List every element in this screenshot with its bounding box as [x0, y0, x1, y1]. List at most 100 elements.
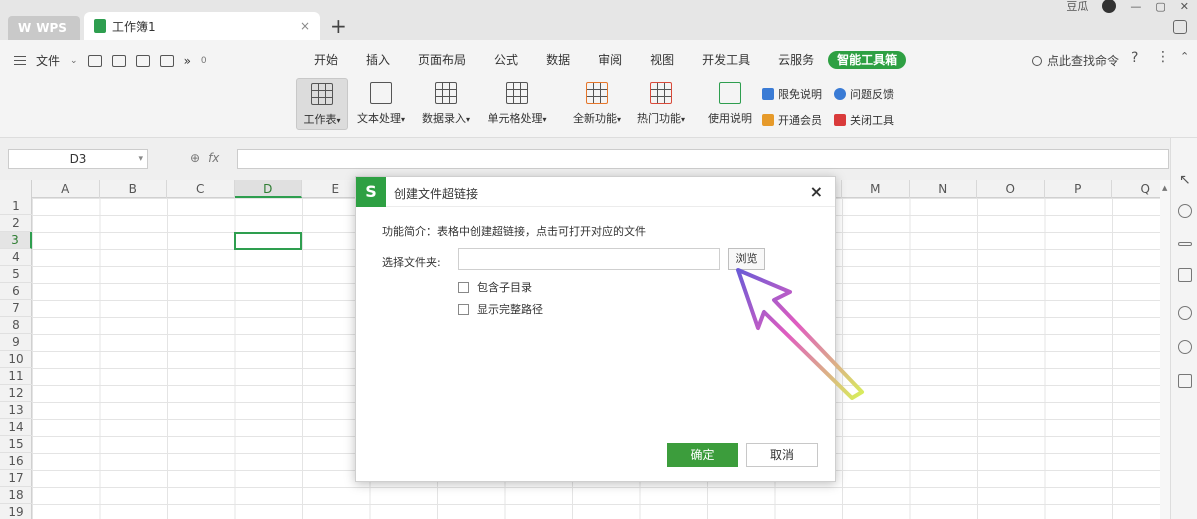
tab-data[interactable]: 数据 — [532, 51, 584, 69]
title-bar: W WPS 工作簿1 × + 豆瓜 — ▢ ✕ — [0, 0, 1197, 40]
show-fullpath-checkbox[interactable]: 显示完整路径 — [458, 301, 543, 317]
row-header[interactable]: 5 — [0, 266, 32, 283]
vertical-scrollbar[interactable]: ▲ — [1160, 180, 1170, 519]
row-header[interactable]: 2 — [0, 215, 32, 232]
open-folder-icon[interactable] — [87, 54, 102, 67]
file-menu[interactable]: 文件 — [36, 52, 60, 69]
checkbox-icon[interactable] — [458, 303, 469, 315]
tab-start[interactable]: 开始 — [300, 51, 352, 69]
column-header[interactable]: P — [1045, 180, 1112, 198]
maximize-icon[interactable]: ▢ — [1155, 0, 1165, 13]
row-header[interactable]: 12 — [0, 385, 32, 402]
tab-page-layout[interactable]: 页面布局 — [404, 51, 480, 69]
more-tools-button[interactable]: » — [184, 54, 191, 68]
feedback-link[interactable]: 问题反馈 — [834, 86, 894, 102]
open-member-link[interactable]: 开通会员 — [762, 112, 822, 128]
hot-features-button[interactable]: 热门功能▾ — [632, 78, 690, 130]
close-tab-icon[interactable]: × — [300, 19, 310, 33]
row-header[interactable]: 7 — [0, 300, 32, 317]
row-header[interactable]: 10 — [0, 351, 32, 368]
style-icon[interactable] — [1178, 268, 1192, 282]
data-entry-button[interactable]: 数据录入▾ — [416, 78, 476, 130]
tab-review[interactable]: 审阅 — [584, 51, 636, 69]
column-header[interactable]: B — [100, 180, 167, 198]
command-search[interactable]: 点此查找命令 — [1032, 52, 1119, 69]
row-header[interactable]: 1 — [0, 198, 32, 215]
row-header[interactable]: 13 — [0, 402, 32, 419]
more-options-icon[interactable]: ⋮ — [1156, 49, 1170, 65]
row-header[interactable]: 9 — [0, 334, 32, 351]
row-header[interactable]: 8 — [0, 317, 32, 334]
column-header[interactable]: M — [842, 180, 910, 198]
folder-path-input[interactable] — [458, 248, 720, 270]
close-window-icon[interactable]: ✕ — [1180, 0, 1189, 13]
shapes-icon[interactable] — [1178, 204, 1192, 218]
column-header[interactable]: C — [167, 180, 235, 198]
close-tool-icon — [834, 114, 846, 126]
column-header[interactable]: Q — [1112, 180, 1166, 198]
select-all-corner[interactable] — [0, 180, 32, 198]
scroll-up-icon[interactable]: ▲ — [1162, 184, 1167, 192]
print-preview-icon[interactable] — [159, 54, 174, 67]
help-circle-icon[interactable] — [1178, 340, 1192, 354]
save-icon[interactable] — [111, 54, 126, 67]
row-header[interactable]: 16 — [0, 453, 32, 470]
row-header[interactable]: 19 — [0, 504, 32, 519]
avatar[interactable] — [1102, 0, 1117, 13]
row-header[interactable]: 15 — [0, 436, 32, 453]
cancel-button[interactable]: 取消 — [746, 443, 818, 467]
row-header[interactable]: 18 — [0, 487, 32, 504]
column-header[interactable]: A — [32, 180, 100, 198]
row-header[interactable]: 11 — [0, 368, 32, 385]
help-icon[interactable]: ? — [1131, 50, 1138, 66]
collapse-ribbon-icon[interactable]: ⌃ — [1180, 50, 1189, 63]
close-tool-label: 关闭工具 — [850, 114, 894, 127]
hot-features-icon — [650, 82, 672, 104]
tab-view[interactable]: 视图 — [636, 51, 688, 69]
row-header[interactable]: 3 — [0, 232, 32, 249]
text-processing-button[interactable]: 文本处理▾ — [352, 78, 410, 130]
cell-processing-button[interactable]: 单元格处理▾ — [482, 78, 552, 130]
active-cell[interactable] — [234, 232, 302, 250]
row-header[interactable]: 4 — [0, 249, 32, 266]
close-tool-link[interactable]: 关闭工具 — [834, 112, 894, 128]
ok-button[interactable]: 确定 — [667, 443, 738, 467]
tab-smart-toolbox[interactable]: 智能工具箱 — [828, 51, 907, 69]
column-header[interactable]: N — [910, 180, 977, 198]
wps-home-tab[interactable]: W WPS — [8, 16, 80, 40]
tab-cloud[interactable]: 云服务 — [764, 51, 828, 69]
chevron-down-icon[interactable]: ⌄ — [70, 56, 78, 66]
tab-insert[interactable]: 插入 — [352, 51, 404, 69]
formula-input[interactable] — [237, 149, 1169, 169]
free-desc-link[interactable]: 限免说明 — [762, 86, 822, 102]
row-header[interactable]: 17 — [0, 470, 32, 487]
column-header[interactable]: D — [234, 180, 302, 198]
menu-icon[interactable] — [14, 56, 26, 65]
name-box[interactable]: D3 ▾ — [8, 149, 148, 169]
new-features-button[interactable]: 全新功能▾ — [566, 78, 628, 130]
apps-grid-icon[interactable] — [1178, 374, 1192, 388]
tab-developer[interactable]: 开发工具 — [688, 51, 764, 69]
dialog-close-icon[interactable]: × — [810, 182, 823, 201]
row-header[interactable]: 6 — [0, 283, 32, 300]
fx-icon[interactable]: fx — [208, 151, 219, 165]
checkbox-icon[interactable] — [458, 281, 469, 293]
chevron-down-icon[interactable]: ▾ — [138, 150, 143, 168]
tab-formulas[interactable]: 公式 — [480, 51, 532, 69]
window-layout-icon[interactable] — [1173, 20, 1187, 34]
include-subdirs-checkbox[interactable]: 包含子目录 — [458, 279, 532, 295]
user-guide-button[interactable]: 使用说明 — [704, 78, 756, 130]
row-header[interactable]: 14 — [0, 419, 32, 436]
user-name[interactable]: 豆瓜 — [1066, 0, 1088, 14]
print-icon[interactable] — [135, 54, 150, 67]
browse-button[interactable]: 浏览 — [728, 248, 765, 270]
zoom-icon[interactable]: ⊕ — [190, 151, 200, 165]
worksheet-button[interactable]: 工作表▾ — [296, 78, 348, 130]
column-header[interactable]: O — [977, 180, 1045, 198]
document-tab[interactable]: 工作簿1 × — [84, 12, 320, 40]
cursor-icon[interactable]: ↖ — [1179, 172, 1191, 188]
history-icon[interactable] — [1178, 306, 1192, 320]
minimize-icon[interactable]: — — [1130, 0, 1141, 13]
new-tab-button[interactable]: + — [330, 16, 347, 36]
text-processing-label: 文本处理 — [356, 112, 401, 125]
